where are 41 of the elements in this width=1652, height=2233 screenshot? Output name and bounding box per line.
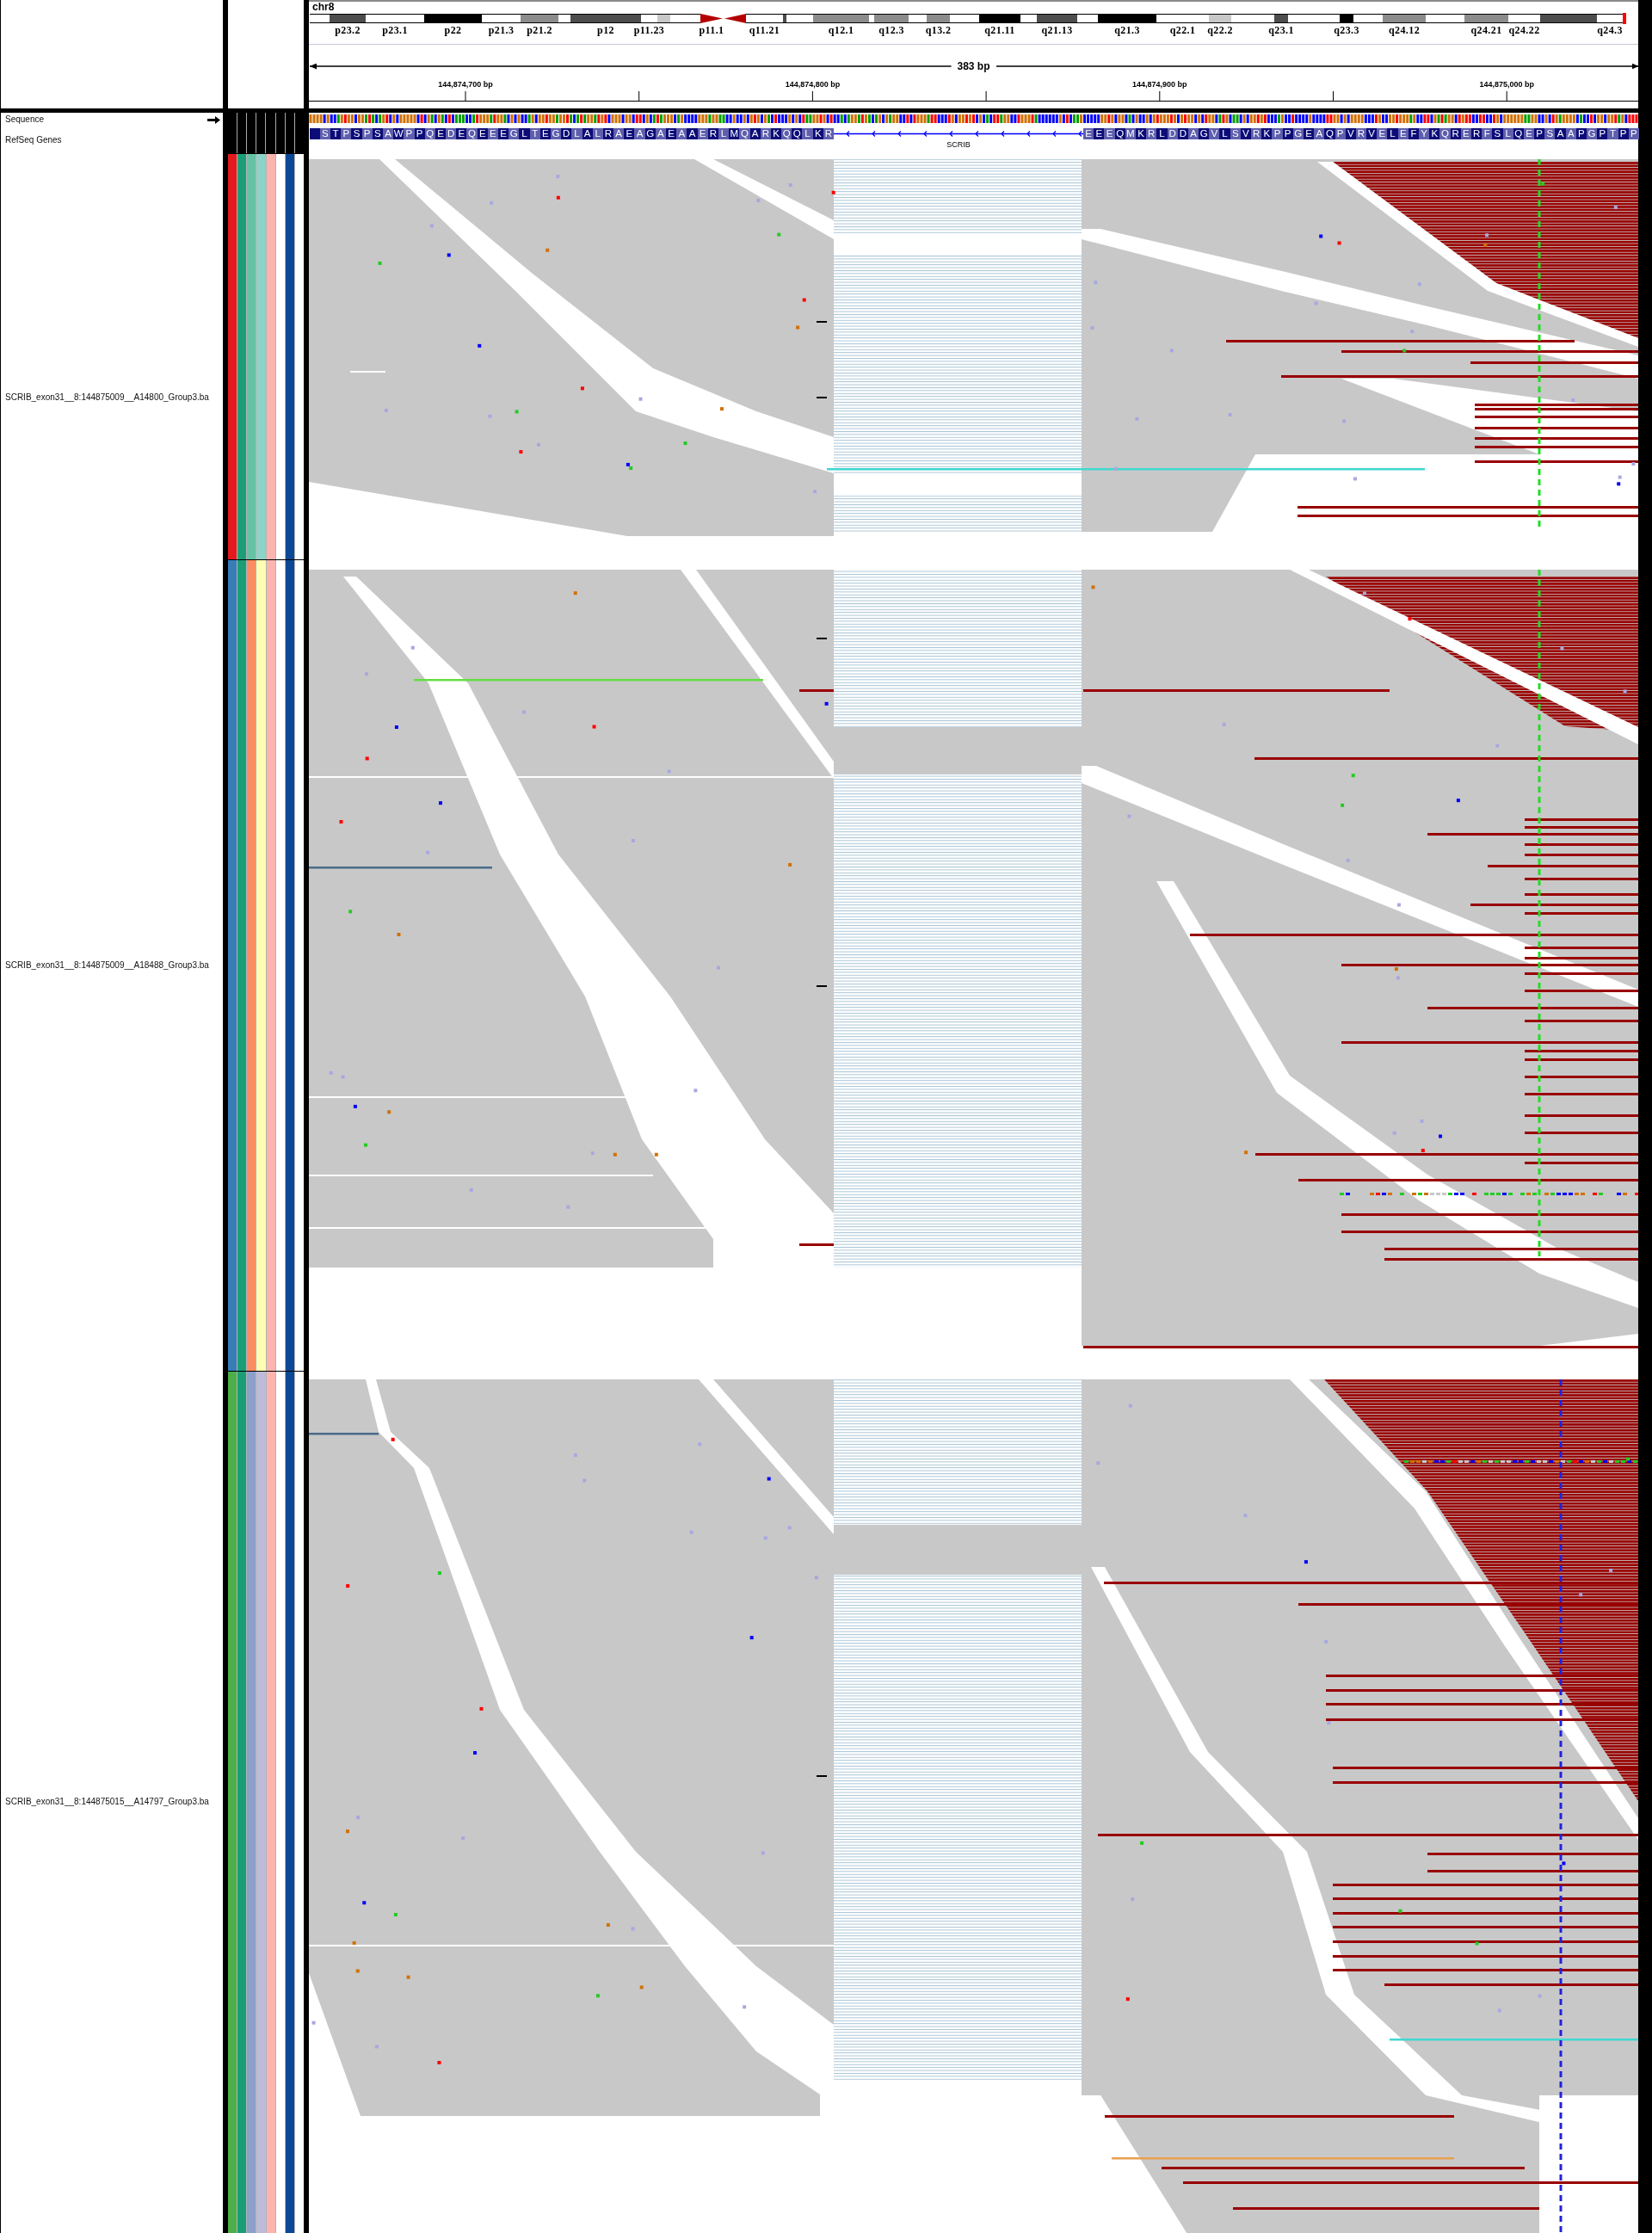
band-label: q24.3 — [1597, 23, 1623, 36]
ruler-tick-label: 144,875,000 bp — [1479, 80, 1534, 89]
band-label: q12.1 — [828, 23, 854, 36]
chromosome-band — [950, 14, 979, 23]
track-name[interactable]: SCRIB_exon31__8:144875015__A14797_Group3.ba — [5, 1797, 209, 1807]
band-label: q24.12 — [1388, 23, 1421, 36]
band-label: q24.22 — [1508, 23, 1540, 36]
ruler-tick-label: 144,874,900 bp — [1132, 80, 1187, 89]
track-name[interactable]: SCRIB_exon31__8:144875009__A18488_Group3.ba — [5, 959, 209, 971]
chromosome-band — [1426, 14, 1464, 23]
band-label: q22.2 — [1207, 23, 1233, 36]
band-label: q21.13 — [1041, 23, 1073, 36]
band-label: p11.1 — [699, 23, 724, 36]
band-label: q24.21 — [1470, 23, 1502, 36]
band-label: q11.21 — [749, 23, 780, 36]
band-label: q21.11 — [984, 23, 1015, 36]
band-label: p23.1 — [382, 23, 408, 36]
band-label: p23.2 — [335, 23, 361, 36]
band-label: q23.1 — [1268, 23, 1294, 36]
current-region-marker — [1623, 13, 1626, 24]
span-length: 383 bp — [956, 60, 991, 72]
track-name[interactable]: SCRIB_exon31__8:144875009__A14800_Group3.ba — [5, 392, 209, 403]
chromosome-name[interactable]: chr8 — [312, 2, 335, 13]
band-label: q22.1 — [1169, 23, 1196, 36]
band-label: q21.3 — [1114, 23, 1140, 36]
gene-name: SCRIB — [946, 140, 971, 150]
band-label: p21.3 — [488, 23, 515, 36]
ruler-tick-label: 144,874,700 bp — [438, 80, 493, 89]
exon-amino-acids: E E E Q M K R L D D A G V L S V R K P P G E A Q P V R V E L E F Y K Q R E R F S L Q E P S A A P G P T P P — [1083, 128, 1638, 139]
band-label: q13.2 — [925, 23, 952, 36]
band-label: p22 — [444, 23, 462, 36]
strand-arrow-icon[interactable] — [207, 115, 220, 124]
track-name[interactable]: Sequence — [5, 114, 45, 125]
band-label: p21.2 — [527, 23, 552, 36]
band-label: p12 — [597, 23, 614, 36]
band-label: q23.3 — [1334, 23, 1359, 36]
band-label: q12.3 — [878, 23, 904, 36]
exon-amino-acids: S T P S P S A W P P Q E D E Q E E E G L T E G D L A L R A E A G A E A A E R L M Q A R K Q Q L K R — [310, 128, 834, 139]
band-label: p11.23 — [633, 23, 665, 36]
track-name[interactable]: RefSeq Genes — [5, 134, 62, 145]
ruler-tick-label: 144,874,800 bp — [785, 80, 841, 89]
